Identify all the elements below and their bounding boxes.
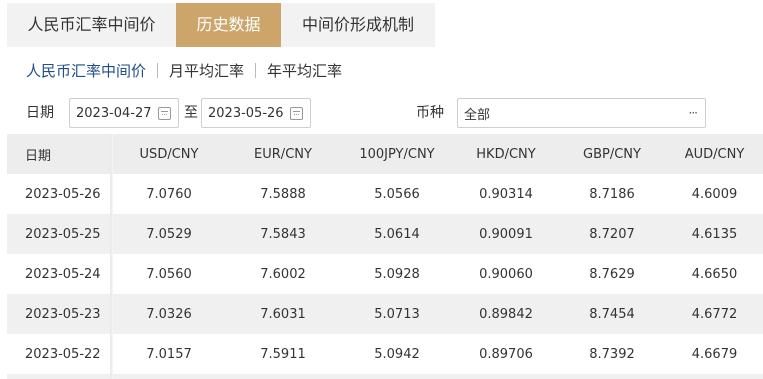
cell-date: 2023-05-23 [25,306,101,322]
cell-usd-cny: 7.0157 [146,346,192,362]
header-hkd-cny: HKD/CNY [476,146,536,162]
start-date-picker[interactable]: 2023-04-27 [69,98,179,128]
table-row: 2023-05-24 7.0560 7.6002 5.0928 0.90060 … [7,254,763,294]
cell-100jpy-cny: 5.0614 [374,226,420,242]
cell-eur-cny: 7.5843 [260,226,306,242]
table-row: 2023-05-26 7.0760 7.5888 5.0566 0.90314 … [7,174,763,214]
table-header-row: 日期 USD/CNY EUR/CNY 100JPY/CNY HKD/CNY GB… [7,134,763,174]
table-row: 2023-05-25 7.0529 7.5843 5.0614 0.90091 … [7,214,763,254]
cell-gbp-cny: 8.7454 [589,306,635,322]
cell-aud-cny: 4.6679 [691,346,738,362]
cell-hkd-cny: 0.89706 [479,346,533,362]
cell-eur-cny: 7.5888 [260,186,306,202]
table-row: 2023-05-22 7.0157 7.5911 5.0942 0.89706 … [7,334,763,374]
tab-parity-mechanism[interactable]: 中间价形成机制 [281,3,435,47]
cell-date: 2023-05-26 [25,186,101,202]
header-eur-cny: EUR/CNY [254,146,312,162]
end-date-value: 2023-05-26 [208,105,284,121]
cell-aud-cny: 4.6009 [691,186,738,202]
cell-aud-cny: 4.6650 [691,266,738,282]
cell-usd-cny: 7.0529 [146,226,192,242]
cell-100jpy-cny: 5.0713 [374,306,420,322]
cell-100jpy-cny: 5.0566 [374,186,420,202]
cell-hkd-cny: 0.90091 [479,226,533,242]
header-gbp-cny: GBP/CNY [583,146,641,162]
cell-eur-cny: 7.6002 [260,266,306,282]
cell-eur-cny: 7.6031 [260,306,306,322]
cell-gbp-cny: 8.7186 [589,186,635,202]
date-range-separator: 至 [184,105,198,121]
cell-usd-cny: 7.0760 [146,186,192,202]
header-date: 日期 [25,148,52,164]
header-aud-cny: AUD/CNY [684,146,745,162]
calendar-icon[interactable] [158,106,171,120]
calendar-icon[interactable] [290,106,303,120]
cell-hkd-cny: 0.89842 [479,306,533,322]
cell-gbp-cny: 8.7207 [589,226,635,242]
currency-label: 币种 [416,105,444,121]
cell-hkd-cny: 0.90314 [479,186,533,202]
sub-navigation: 人民币汇率中间价 月平均汇率 年平均汇率 [26,58,342,82]
subnav-yearly-average[interactable]: 年平均汇率 [267,60,342,81]
start-date-value: 2023-04-27 [76,105,152,121]
currency-select-value: 全部 [464,107,491,123]
cell-eur-cny: 7.5911 [260,346,306,362]
header-usd-cny: USD/CNY [139,146,199,162]
cell-usd-cny: 7.0326 [146,306,192,322]
cell-gbp-cny: 8.7392 [589,346,635,362]
more-options-icon[interactable]: ··· [689,106,699,120]
cell-usd-cny: 7.0560 [146,266,192,282]
top-tabs: 人民币汇率中间价 历史数据 中间价形成机制 [7,3,435,47]
cell-100jpy-cny: 5.0928 [374,266,420,282]
table-row-partial [7,374,763,379]
column-divider [110,134,113,379]
date-label: 日期 [26,105,54,121]
end-date-picker[interactable]: 2023-05-26 [201,98,311,128]
cell-hkd-cny: 0.90060 [479,266,533,282]
tab-historical-data[interactable]: 历史数据 [176,3,281,47]
subnav-central-parity[interactable]: 人民币汇率中间价 [26,60,146,81]
header-100jpy-cny: 100JPY/CNY [359,146,435,162]
filter-bar: 日期 2023-04-27 至 2023-05-26 币种 全部 ··· [0,96,763,130]
tab-rmb-central-parity[interactable]: 人民币汇率中间价 [7,3,176,47]
subnav-divider [157,62,159,78]
subnav-monthly-average[interactable]: 月平均汇率 [169,60,244,81]
cell-aud-cny: 4.6135 [691,226,738,242]
cell-aud-cny: 4.6772 [691,306,738,322]
cell-100jpy-cny: 5.0942 [374,346,420,362]
cell-date: 2023-05-24 [25,266,101,282]
currency-select[interactable]: 全部 ··· [457,98,706,128]
cell-date: 2023-05-25 [25,226,101,242]
exchange-rate-table: 日期 USD/CNY EUR/CNY 100JPY/CNY HKD/CNY GB… [7,134,763,379]
cell-gbp-cny: 8.7629 [589,266,635,282]
cell-date: 2023-05-22 [25,346,101,362]
subnav-divider [255,62,257,78]
table-row: 2023-05-23 7.0326 7.6031 5.0713 0.89842 … [7,294,763,334]
